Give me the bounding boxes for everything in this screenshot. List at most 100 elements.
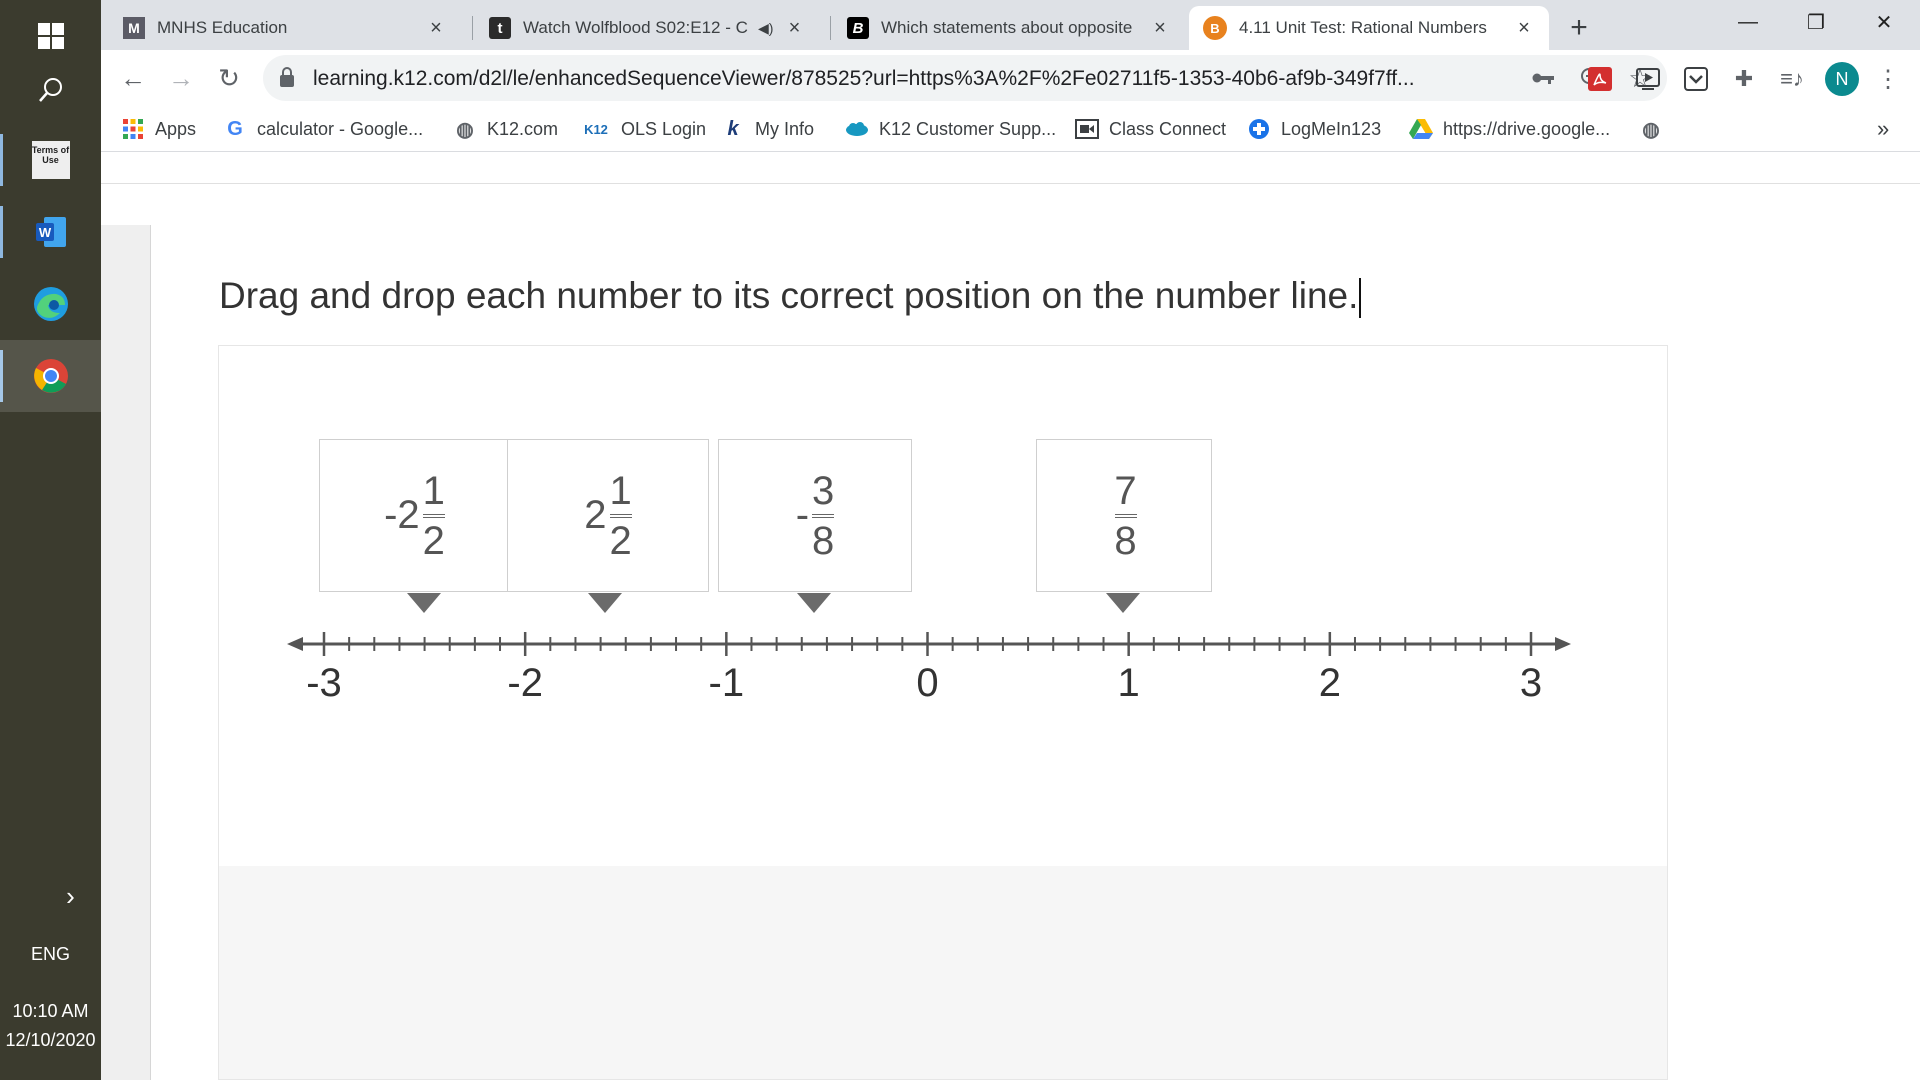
number-line-right-arrow (1555, 637, 1571, 651)
number-line-left-arrow (287, 637, 303, 651)
globe-icon: ◍ (456, 118, 474, 141)
taskbar-search-button[interactable] (0, 54, 101, 126)
bookmark-label: OLS Login (621, 118, 707, 139)
tab-unit-test-active[interactable]: B 4.11 Unit Test: Rational Numbers × (1189, 6, 1549, 50)
k12-icon: B (1203, 16, 1227, 40)
chrome-window: M MNHS Education × t Watch Wolfblood S02… (101, 0, 1920, 1080)
text-caret (1359, 278, 1362, 319)
pocket-extension-icon[interactable] (1681, 64, 1711, 94)
tab-which-statements[interactable]: B Which statements about opposite × (833, 6, 1185, 50)
arrow-left-icon: ← (120, 62, 146, 93)
terms-of-use-icon: Terms of Use (31, 141, 70, 179)
arrow-right-icon: → (168, 62, 194, 93)
url-text[interactable]: learning.k12.com/d2l/le/enhancedSequence… (313, 67, 1463, 91)
tab-wolfblood[interactable]: t Watch Wolfblood S02:E12 - C ◀) × (475, 6, 821, 50)
media-queue-icon[interactable]: ≡♪ (1777, 64, 1807, 94)
taskbar-edge-app[interactable] (0, 268, 101, 340)
close-icon: ✕ (1875, 11, 1893, 34)
profile-avatar[interactable]: N (1825, 62, 1859, 96)
taskbar-running-indicator (0, 134, 3, 186)
bookmark-customer-support[interactable]: K12 Customer Supp... (845, 114, 1056, 144)
left-gutter (101, 225, 151, 1080)
bookmark-label: Class Connect (1109, 118, 1227, 139)
bookmark-google-drive[interactable]: https://drive.google... (1409, 114, 1610, 144)
bookmark-logmein123[interactable]: LogMeIn123 (1247, 114, 1381, 144)
close-tab-icon[interactable]: × (1513, 17, 1535, 40)
restore-icon: ❐ (1807, 11, 1825, 34)
bookmark-label: LogMeIn123 (1281, 118, 1382, 139)
bookmark-k12-com[interactable]: ◍ K12.com (453, 114, 558, 144)
k12-logo-icon: k (727, 117, 739, 140)
bookmark-ols-login[interactable]: K12 OLS Login (581, 114, 706, 144)
tab-title: Which statements about opposite (881, 18, 1133, 37)
plus-icon: + (1570, 11, 1588, 44)
minimize-button[interactable]: — (1714, 0, 1782, 44)
bookmark-label: calculator - Google... (257, 118, 424, 139)
tab-mnhs-education[interactable]: M MNHS Education × (109, 6, 461, 50)
taskbar-word-app[interactable]: W (0, 196, 101, 268)
edge-browser-icon (33, 287, 68, 321)
question-text: Drag and drop each number to its correct… (219, 275, 1359, 316)
windows-logo-icon (37, 23, 64, 49)
chevron-right-icon: › (66, 880, 75, 911)
key-icon[interactable] (1528, 63, 1558, 93)
address-bar[interactable]: learning.k12.com/d2l/le/enhancedSequence… (263, 55, 1667, 101)
bookmark-label: https://drive.google... (1443, 118, 1611, 139)
new-tab-button[interactable]: + (1559, 8, 1599, 48)
speaker-audio-icon[interactable]: ◀) (758, 20, 773, 37)
bookmark-calculator[interactable]: G calculator - Google... (223, 114, 423, 144)
microsoft-word-icon: W (35, 217, 66, 247)
bookmark-globe[interactable]: ◍ (1639, 114, 1673, 144)
taskbar-chrome-app[interactable] (0, 340, 101, 412)
back-button[interactable]: ← (113, 58, 153, 98)
page-divider (101, 183, 1920, 184)
tick-label: 0 (916, 661, 938, 705)
video-icon (1075, 117, 1099, 141)
salesforce-icon (845, 117, 869, 141)
screencast-extension-icon[interactable] (1633, 64, 1663, 94)
lock-icon[interactable] (279, 66, 295, 93)
clock-time[interactable]: 10:10 AM (0, 1001, 101, 1022)
taskbar-running-indicator (0, 206, 3, 258)
extensions-puzzle-icon[interactable]: ✚ (1729, 64, 1759, 94)
close-tab-icon[interactable]: × (783, 17, 805, 40)
close-window-button[interactable]: ✕ (1850, 0, 1918, 44)
search-icon (38, 78, 62, 102)
reload-button[interactable]: ↻ (209, 58, 249, 98)
bookmark-my-info[interactable]: k My Info (721, 114, 814, 144)
adobe-acrobat-extension-icon[interactable] (1585, 64, 1615, 94)
tick-label: 3 (1520, 661, 1542, 705)
chrome-menu-icon[interactable]: ⋮ (1873, 64, 1903, 94)
tick-label: -2 (507, 661, 543, 705)
close-tab-icon[interactable]: × (1149, 17, 1171, 40)
number-line: -3 -2 -1 0 1 2 3 (287, 632, 1571, 705)
bookmark-class-connect[interactable]: Class Connect (1075, 114, 1226, 144)
tumblr-icon: t (489, 17, 511, 39)
tab-strip: M MNHS Education × t Watch Wolfblood S02… (101, 0, 1920, 50)
globe-icon: ◍ (1642, 118, 1660, 141)
language-indicator[interactable]: ENG (0, 944, 101, 965)
taskbar-expand-chevron[interactable]: › (0, 876, 101, 916)
restore-button[interactable]: ❐ (1782, 0, 1850, 44)
close-tab-icon[interactable]: × (425, 17, 447, 40)
tick-label: -3 (306, 661, 342, 705)
brainly-icon: B (847, 17, 869, 39)
tick-label: 1 (1118, 661, 1140, 705)
question-prompt: Drag and drop each number to its correct… (219, 275, 1362, 319)
bookmark-label: K12 Customer Supp... (879, 118, 1057, 139)
number-line-panel: -2 1 2 2 1 2 - 3 8 7 8 -3 -2 -1 0 1 2 3 (218, 345, 1668, 1080)
forward-button[interactable]: → (161, 58, 201, 98)
bookmark-apps[interactable]: Apps (121, 114, 196, 144)
taskbar-terms-of-use-app[interactable]: Terms of Use (0, 124, 101, 196)
drive-icon (1409, 117, 1433, 141)
clock-date[interactable]: 12/10/2020 (0, 1030, 101, 1051)
logmein-icon (1247, 117, 1271, 141)
tab-separator (472, 16, 473, 40)
double-chevron-icon: » (1877, 116, 1890, 141)
tab-separator (830, 16, 831, 40)
bookmarks-bar: Apps G calculator - Google... ◍ K12.com … (101, 106, 1920, 152)
bookmark-label: K12.com (487, 118, 559, 139)
mnhs-icon: M (123, 17, 145, 39)
chrome-browser-icon (33, 359, 68, 393)
bookmarks-overflow-button[interactable]: » (1877, 114, 1889, 144)
